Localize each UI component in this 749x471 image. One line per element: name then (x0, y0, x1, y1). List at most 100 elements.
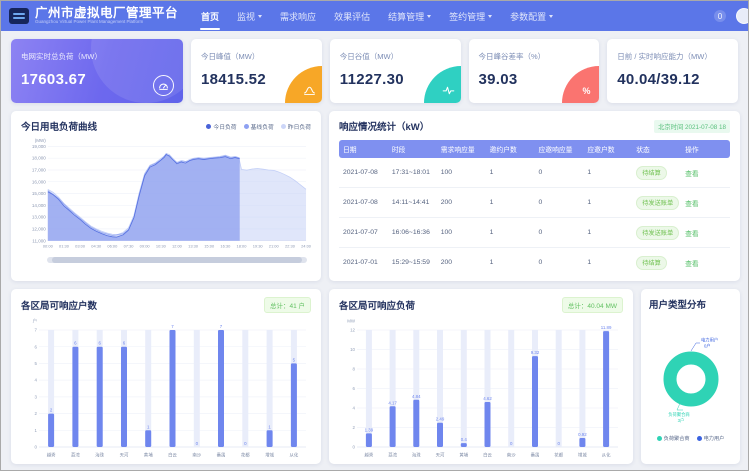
svg-text:00:00: 00:00 (43, 244, 54, 249)
svg-text:增城: 增城 (578, 452, 587, 459)
nav-item-monitor[interactable]: 监视 (228, 1, 271, 31)
svg-text:1: 1 (35, 428, 38, 433)
svg-text:6: 6 (35, 344, 38, 349)
load-legend: 今日负荷基线负荷昨日负荷 (206, 122, 311, 131)
svg-text:4: 4 (35, 378, 38, 383)
cell-status: 待发送账单 (632, 218, 681, 248)
svg-text:14,000: 14,000 (32, 203, 46, 208)
svg-text:01:30: 01:30 (59, 244, 70, 249)
svg-text:13,000: 13,000 (32, 215, 46, 220)
cell-status: 待发送账单 (632, 188, 681, 218)
svg-text:16:30: 16:30 (220, 244, 231, 249)
view-link[interactable]: 查看 (685, 171, 699, 178)
user-avatar[interactable] (736, 8, 749, 24)
svg-text:从化: 从化 (602, 452, 611, 459)
svg-text:4.84: 4.84 (412, 394, 421, 399)
svg-text:黄埔: 黄埔 (144, 452, 153, 459)
svg-text:%: % (583, 86, 591, 96)
dashboard: 广州市虚拟电厂管理平台 Guangzhou Virtual Power Plan… (0, 0, 749, 471)
chevron-down-icon (488, 15, 492, 18)
svg-text:12: 12 (350, 328, 355, 333)
kpi-card-today-peak: 今日峰值（MW） 18415.52 (191, 39, 322, 103)
legend-label: 电力用户 (704, 435, 725, 442)
cell-date: 2021-07-01 (339, 248, 388, 278)
svg-text:18,000: 18,000 (32, 156, 46, 161)
load-curve-card: 今日用电负荷曲线 今日负荷基线负荷昨日负荷 11,00012,00013,000… (11, 111, 321, 281)
nav-item-demand-response[interactable]: 需求响应 (271, 1, 325, 31)
kpi-label: 今日峰值（MW） (201, 51, 312, 62)
svg-text:番禺: 番禺 (217, 452, 226, 459)
kpi-card-today-valley: 今日谷值（MW） 11227.30 (330, 39, 461, 103)
cell-status: 待结算 (632, 158, 681, 188)
svg-text:2: 2 (35, 411, 38, 416)
cell-status: 待结算 (632, 248, 681, 278)
svg-text:MW: MW (347, 319, 356, 324)
load-total-badge: 总计：40.04 MW (562, 297, 623, 313)
cell-date: 2021-07-07 (339, 218, 388, 248)
gauge-icon (153, 75, 174, 96)
view-link[interactable]: 查看 (685, 261, 699, 268)
svg-text:0.4: 0.4 (461, 437, 468, 442)
cell-demand: 100 (437, 158, 486, 188)
nav-right: 0 (714, 8, 740, 24)
legend-item[interactable]: 负荷聚合商 (657, 435, 690, 442)
legend-item[interactable]: 昨日负荷 (281, 122, 311, 131)
table-row: 2021-07-0716:06~16:36100101待发送账单查看 (339, 218, 730, 248)
cell-accepted_count: 1 (583, 218, 632, 248)
kpi-row: 电网实时总负荷（MW） 17603.67 今日峰值（MW） 18415.52 今… (11, 39, 738, 103)
svg-text:15:00: 15:00 (204, 244, 215, 249)
svg-text:海珠: 海珠 (95, 452, 104, 459)
status-badge: 待发送账单 (636, 196, 679, 210)
legend-item[interactable]: 电力用户 (697, 435, 725, 442)
svg-text:(MW): (MW) (35, 138, 47, 143)
responsive-households-card: 各区局可响应户数 总计：41 户 01234567户2越秀6荔湾6海珠6天河1黄… (11, 289, 321, 464)
cell-accepted_amount: 0 (535, 218, 584, 248)
svg-text:白云: 白云 (168, 452, 177, 459)
status-badge: 待发送账单 (636, 226, 679, 240)
svg-text:6: 6 (353, 386, 356, 391)
nav-item-settlement[interactable]: 结算管理 (379, 1, 440, 31)
nav-item-params[interactable]: 参数配置 (501, 1, 562, 31)
brand: 广州市虚拟电厂管理平台 Guangzhou Virtual Power Plan… (35, 7, 178, 25)
cell-demand: 100 (437, 218, 486, 248)
svg-text:1.39: 1.39 (365, 427, 374, 432)
response-table-title: 响应情况统计（kW） (339, 119, 429, 133)
view-link[interactable]: 查看 (685, 231, 699, 238)
cell-accepted_amount: 0 (535, 158, 584, 188)
svg-text:7: 7 (35, 328, 38, 333)
table-header-cell: 时段 (388, 140, 437, 158)
responsive-load-card: 各区局可响应负荷 总计：40.04 MW 024681012MW1.39越秀4.… (329, 289, 633, 464)
svg-text:越秀: 越秀 (365, 452, 374, 459)
legend-item[interactable]: 基线负荷 (244, 122, 274, 131)
response-stats-card: 响应情况统计（kW） 北京时间 2021-07-08 18 日期时段需求响应量邀… (329, 111, 740, 281)
cell-period: 16:06~16:36 (388, 218, 437, 248)
legend-dot (206, 124, 211, 129)
status-badge: 待结算 (636, 166, 667, 180)
svg-text:荔湾: 荔湾 (388, 452, 397, 459)
kpi-value: 17603.67 (21, 71, 173, 88)
nav-item-evaluation[interactable]: 效果评估 (325, 1, 379, 31)
svg-text:8: 8 (353, 367, 356, 372)
cell-accepted_count: 1 (583, 248, 632, 278)
view-link[interactable]: 查看 (685, 201, 699, 208)
cell-action: 查看 (681, 158, 730, 188)
svg-text:09:00: 09:00 (140, 244, 151, 249)
data-zoom-slider[interactable] (47, 257, 307, 263)
nav-item-home[interactable]: 首页 (192, 1, 228, 31)
nav-item-contract[interactable]: 签约管理 (440, 1, 501, 31)
cell-demand: 200 (437, 188, 486, 218)
legend-dot (281, 124, 286, 129)
legend-dot (244, 124, 249, 129)
load-chart-title: 今日用电负荷曲线 (21, 119, 97, 133)
notification-badge[interactable]: 0 (714, 10, 726, 22)
platform-logo-icon (9, 8, 29, 24)
svg-text:南沙: 南沙 (192, 452, 201, 458)
svg-text:19,000: 19,000 (32, 144, 46, 149)
table-header-cell: 日期 (339, 140, 388, 158)
svg-text:19:30: 19:30 (253, 244, 264, 249)
households-chart-title: 各区局可响应户数 (21, 298, 97, 312)
table-header-cell: 操作 (681, 140, 730, 158)
svg-text:2: 2 (353, 425, 356, 430)
legend-item[interactable]: 今日负荷 (206, 122, 236, 131)
cell-invited: 1 (486, 248, 535, 278)
